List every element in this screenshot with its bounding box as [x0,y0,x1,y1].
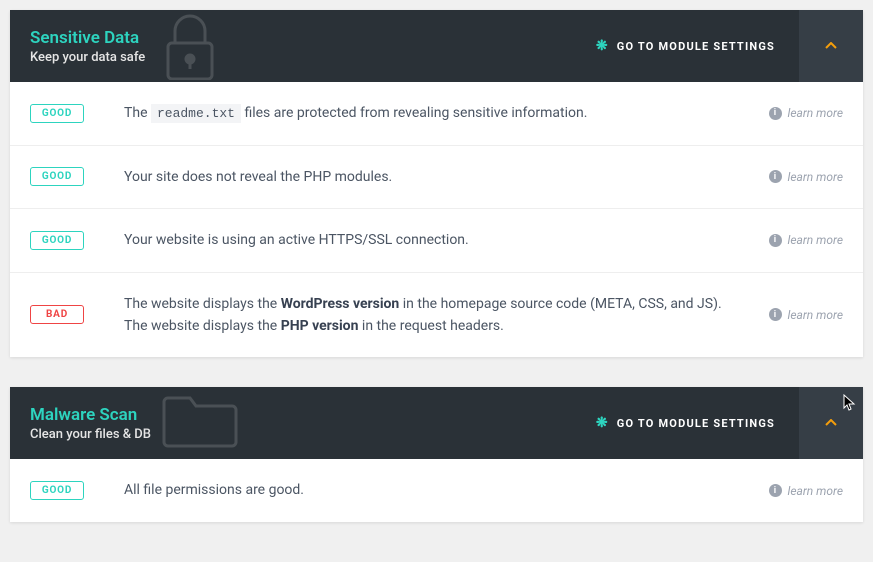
module-subtitle: Keep your data safe [30,50,552,65]
module-subtitle: Clean your files & DB [30,427,552,442]
status-badge: GOOD [30,231,84,250]
learn-more-link[interactable]: i learn more [769,233,844,247]
learn-more-link[interactable]: i learn more [769,308,844,322]
go-to-module-settings-link[interactable]: ❋ GO TO MODULE SETTINGS [572,387,799,459]
header-left: Malware Scan Clean your files & DB [10,390,572,457]
header-left: Sensitive Data Keep your data safe [10,13,572,80]
chevron-up-icon [825,416,837,430]
check-description: All file permissions are good. [124,479,749,501]
module-sensitive-data: Sensitive Data Keep your data safe ❋ GO TO … [10,10,863,357]
status-badge: GOOD [30,167,84,186]
learn-more-label: learn more [788,484,844,498]
collapse-button[interactable] [799,10,863,82]
info-icon: i [769,234,782,247]
go-to-module-settings-link[interactable]: ❋ GO TO MODULE SETTINGS [572,10,799,82]
check-row: GOOD The readme.txt files are protected f… [10,82,863,146]
check-row: GOOD Your site does not reveal the PHP mo… [10,146,863,209]
learn-more-link[interactable]: i learn more [769,170,844,184]
check-description: Your site does not reveal the PHP module… [124,166,749,188]
learn-more-label: learn more [788,233,844,247]
learn-more-label: learn more [788,308,844,322]
info-icon: i [769,308,782,321]
learn-more-label: learn more [788,170,844,184]
lock-icon [160,13,220,80]
info-icon: i [769,170,782,183]
module-header: Malware Scan Clean your files & DB ❋ GO TO … [10,387,863,459]
status-badge: GOOD [30,481,84,500]
collapse-button[interactable] [799,387,863,459]
check-description: The readme.txt files are protected from … [124,102,749,125]
check-description: The website displays the WordPress versi… [124,293,749,338]
settings-link-label: GO TO MODULE SETTINGS [617,40,775,53]
module-header: Sensitive Data Keep your data safe ❋ GO TO … [10,10,863,82]
learn-more-link[interactable]: i learn more [769,484,844,498]
check-description: Your website is using an active HTTPS/SS… [124,229,749,251]
check-row: GOOD Your website is using an active HTTP… [10,209,863,272]
learn-more-label: learn more [788,106,844,120]
info-icon: i [769,484,782,497]
module-title: Sensitive Data [30,28,552,48]
gear-icon: ❋ [596,415,609,431]
folder-icon [160,390,240,454]
module-malware-scan: Malware Scan Clean your files & DB ❋ GO TO … [10,387,863,521]
info-icon: i [769,107,782,120]
settings-link-label: GO TO MODULE SETTINGS [617,417,775,430]
chevron-up-icon [825,39,837,53]
learn-more-link[interactable]: i learn more [769,106,844,120]
status-badge: GOOD [30,104,84,123]
check-row: GOOD All file permissions are good. ilearn… [10,459,863,521]
module-title: Malware Scan [30,405,552,425]
status-badge: BAD [30,305,84,324]
check-row: BAD The website displays the WordPress ve… [10,273,863,358]
gear-icon: ❋ [596,38,609,54]
